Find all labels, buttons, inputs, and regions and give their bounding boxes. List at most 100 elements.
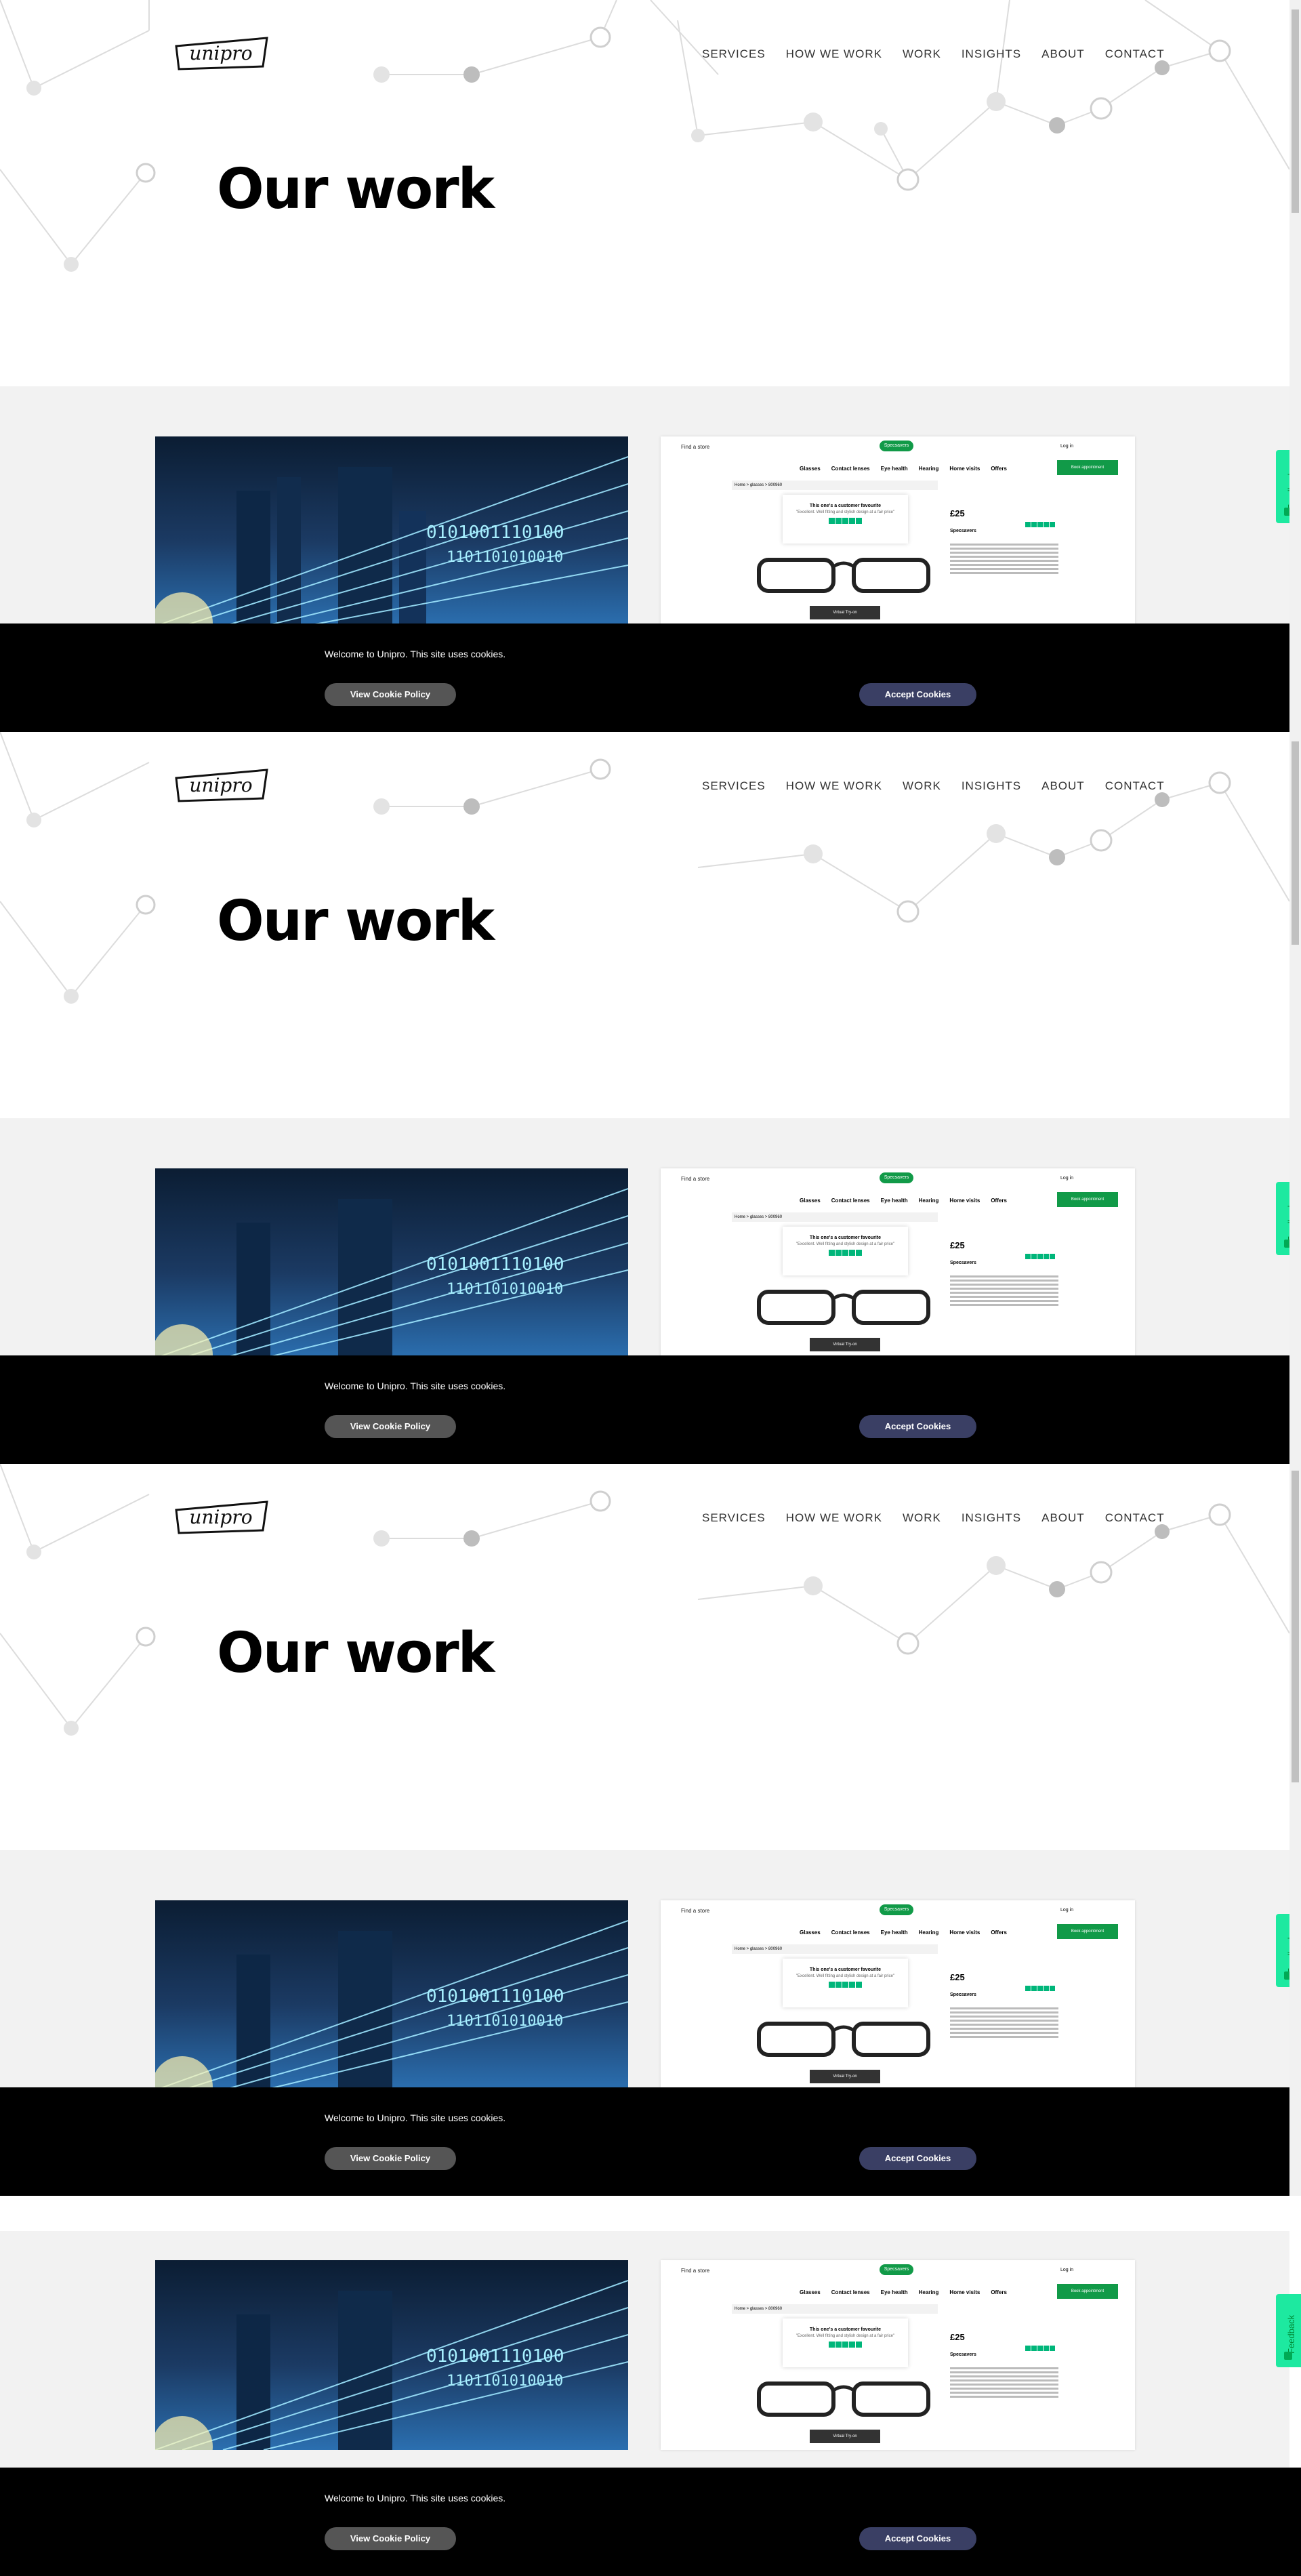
nav-about[interactable]: ABOUT (1041, 1511, 1085, 1525)
accept-cookies-button[interactable]: Accept Cookies (859, 2527, 976, 2550)
login-link: Log in (1060, 444, 1074, 449)
svg-text:0101001110100: 0101001110100 (426, 1254, 564, 1275)
cookie-message: Welcome to Unipro. This site uses cookie… (325, 2112, 506, 2123)
trustpilot-stars (829, 518, 862, 524)
scrollbar-thumb[interactable] (1292, 1471, 1299, 1782)
specsavers-project-card[interactable]: Find a store Specsavers Log in Glasses C… (661, 2260, 1135, 2450)
popup-quote: "Excellent. Well fitting and stylish des… (796, 2334, 895, 2338)
book-appointment-button: Book appointment (1057, 1924, 1118, 1939)
nav-insights[interactable]: INSIGHTS (962, 1511, 1021, 1525)
product-description (950, 1275, 1058, 1308)
product-name: Specsavers (950, 529, 976, 533)
nav-services[interactable]: SERVICES (702, 1511, 766, 1525)
nav-contact[interactable]: CONTACT (1105, 47, 1165, 61)
feedback-label: Feedback (1286, 2314, 1296, 2354)
nav-about[interactable]: ABOUT (1041, 779, 1085, 793)
cookie-banner: Welcome to Unipro. This site uses cookie… (0, 2468, 1301, 2576)
glasses-image (757, 2381, 930, 2417)
specsavers-logo: Specsavers (880, 1172, 913, 1183)
city-project-card[interactable]: 0101001110100 1101101010010 (155, 436, 628, 626)
shop-nav: Glasses Contact lenses Eye health Hearin… (800, 466, 1018, 472)
city-project-card[interactable]: 0101001110100 1101101010010 (155, 2260, 628, 2450)
cookie-banner: Welcome to Unipro. This site uses cookie… (0, 1355, 1301, 1464)
specsavers-project-card[interactable]: Find a store Specsavers Log in Glasses C… (661, 1900, 1135, 2090)
virtual-try-on: Virtual Try-on (810, 606, 880, 619)
city-lights-image: 0101001110100 1101101010010 (155, 1188, 628, 1358)
svg-text:1101101010010: 1101101010010 (447, 2373, 563, 2390)
shop-breadcrumb: Home > glasses > 800960 (732, 2304, 938, 2314)
shop-nav-item: Glasses (800, 2289, 821, 2295)
favourite-popup: This one's a customer favourite "Excelle… (783, 495, 908, 544)
cookie-banner: Welcome to Unipro. This site uses cookie… (0, 2087, 1301, 2196)
product-rating (1025, 1982, 1055, 1995)
popup-quote: "Excellent. Well fitting and stylish des… (796, 1974, 895, 1978)
shop-nav-item: Offers (991, 1198, 1007, 1204)
city-project-card[interactable]: 0101001110100 1101101010010 (155, 1900, 628, 2090)
scrollbar-thumb[interactable] (1292, 741, 1299, 945)
cookie-message: Welcome to Unipro. This site uses cookie… (325, 2493, 506, 2503)
logo-text: unipro (189, 774, 252, 796)
shop-nav-item: Hearing (918, 2289, 939, 2295)
view-cookie-policy-button[interactable]: View Cookie Policy (325, 2527, 456, 2550)
nav-services[interactable]: SERVICES (702, 47, 766, 61)
nav-contact[interactable]: CONTACT (1105, 1511, 1165, 1525)
virtual-try-on: Virtual Try-on (810, 2430, 880, 2443)
unipro-logo[interactable]: unipro (173, 34, 270, 73)
shop-breadcrumb: Home > glasses > 800960 (732, 1944, 938, 1954)
product-name: Specsavers (950, 1261, 976, 1265)
shop-nav-item: Home visits (949, 1929, 980, 1936)
specsavers-project-card[interactable]: Find a store Specsavers Log in Glasses C… (661, 436, 1135, 626)
page-panel: unipro SERVICES HOW WE WORK WORK INSIGHT… (0, 0, 1301, 732)
accept-cookies-button[interactable]: Accept Cookies (859, 683, 976, 706)
popup-title: This one's a customer favourite (809, 2327, 882, 2332)
feedback-tab[interactable]: Feedback (1276, 2294, 1301, 2367)
svg-text:1101101010010: 1101101010010 (447, 549, 563, 566)
trustpilot-stars (829, 1250, 862, 1256)
nav-how-we-work[interactable]: HOW WE WORK (786, 47, 882, 61)
nav-how-we-work[interactable]: HOW WE WORK (786, 1511, 882, 1525)
find-store-link: Find a store (681, 2268, 710, 2274)
shop-nav-item: Contact lenses (831, 1198, 870, 1204)
view-cookie-policy-button[interactable]: View Cookie Policy (325, 2147, 456, 2170)
nav-services[interactable]: SERVICES (702, 779, 766, 793)
nav-contact[interactable]: CONTACT (1105, 779, 1165, 793)
view-cookie-policy-button[interactable]: View Cookie Policy (325, 683, 456, 706)
book-appointment-button: Book appointment (1057, 460, 1118, 475)
shop-nav-item: Offers (991, 2289, 1007, 2295)
cookie-message: Welcome to Unipro. This site uses cookie… (325, 1381, 506, 1391)
main-nav: SERVICES HOW WE WORK WORK INSIGHTS ABOUT… (702, 47, 1185, 61)
svg-text:1101101010010: 1101101010010 (447, 1281, 563, 1298)
scrollbar-thumb[interactable] (1292, 9, 1299, 213)
book-appointment-button: Book appointment (1057, 1192, 1118, 1207)
main-nav: SERVICES HOW WE WORK WORK INSIGHTS ABOUT… (702, 779, 1185, 793)
find-store-link: Find a store (681, 444, 710, 450)
hero-section: unipro SERVICES HOW WE WORK WORK INSIGHT… (0, 732, 1289, 1118)
nav-work[interactable]: WORK (903, 47, 941, 61)
unipro-logo[interactable]: unipro (173, 1498, 270, 1536)
city-lights-image: 0101001110100 1101101010010 (155, 2280, 628, 2450)
product-name: Specsavers (950, 1992, 976, 1997)
nav-how-we-work[interactable]: HOW WE WORK (786, 779, 882, 793)
nav-insights[interactable]: INSIGHTS (962, 47, 1021, 61)
view-cookie-policy-button[interactable]: View Cookie Policy (325, 1415, 456, 1438)
unipro-logo[interactable]: unipro (173, 766, 270, 804)
page-panel: 0101001110100 1101101010010 Find a store… (0, 2196, 1301, 2576)
nav-about[interactable]: ABOUT (1041, 47, 1085, 61)
virtual-try-on: Virtual Try-on (810, 1338, 880, 1351)
city-project-card[interactable]: 0101001110100 1101101010010 (155, 1168, 628, 1358)
shop-breadcrumb: Home > glasses > 800960 (732, 1212, 938, 1222)
shop-nav-item: Glasses (800, 466, 821, 472)
product-rating (1025, 1250, 1055, 1263)
specsavers-project-card[interactable]: Find a store Specsavers Log in Glasses C… (661, 1168, 1135, 1358)
nav-work[interactable]: WORK (903, 1511, 941, 1525)
specsavers-logo: Specsavers (880, 2264, 913, 2275)
accept-cookies-button[interactable]: Accept Cookies (859, 2147, 976, 2170)
accept-cookies-button[interactable]: Accept Cookies (859, 1415, 976, 1438)
nav-insights[interactable]: INSIGHTS (962, 779, 1021, 793)
nav-work[interactable]: WORK (903, 779, 941, 793)
feedback-icon (1284, 2352, 1292, 2360)
glasses-image (757, 1290, 930, 1325)
shop-nav-item: Home visits (949, 2289, 980, 2295)
login-link: Log in (1060, 1908, 1074, 1913)
svg-text:0101001110100: 0101001110100 (426, 1986, 564, 2007)
